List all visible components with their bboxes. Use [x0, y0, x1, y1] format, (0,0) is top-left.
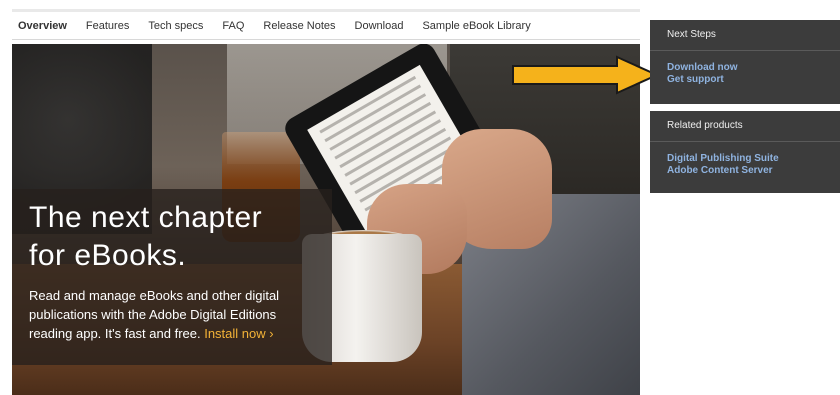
tab-sample-ebook-library[interactable]: Sample eBook Library: [422, 20, 530, 36]
top-divider: [12, 9, 640, 12]
hero-description: Read and manage eBooks and other digital…: [29, 286, 329, 343]
product-tabs: Overview Features Tech specs FAQ Release…: [18, 20, 550, 36]
tab-faq[interactable]: FAQ: [222, 20, 244, 36]
hero-headline-line-1: The next chapter: [29, 201, 263, 234]
tab-features[interactable]: Features: [86, 20, 129, 36]
download-now-link[interactable]: Download now: [667, 62, 840, 74]
hero-desc-line-2: publications with the Adobe Digital Edit…: [29, 307, 277, 322]
related-products-panel: Related products Digital Publishing Suit…: [650, 111, 840, 193]
tab-tech-specs[interactable]: Tech specs: [148, 20, 203, 36]
right-arrow-icon: [512, 55, 660, 95]
tab-release-notes[interactable]: Release Notes: [263, 20, 335, 36]
hero-desc-line-1: Read and manage eBooks and other digital: [29, 288, 280, 303]
install-now-link[interactable]: Install now ›: [204, 326, 273, 341]
get-support-link[interactable]: Get support: [667, 74, 840, 86]
digital-publishing-suite-link[interactable]: Digital Publishing Suite: [667, 153, 840, 165]
next-steps-title: Next Steps: [650, 20, 840, 51]
tabs-divider: [12, 39, 640, 40]
hero-headline: The next chapter for eBooks.: [29, 199, 262, 275]
tab-overview[interactable]: Overview: [18, 20, 67, 36]
hero-headline-line-2: for eBooks.: [29, 239, 187, 272]
next-steps-panel: Next Steps Download now Get support: [650, 20, 840, 104]
tab-download[interactable]: Download: [355, 20, 404, 36]
adobe-content-server-link[interactable]: Adobe Content Server: [667, 165, 840, 177]
related-products-title: Related products: [650, 111, 840, 142]
hero-desc-line-3: reading app. It's fast and free.: [29, 326, 201, 341]
